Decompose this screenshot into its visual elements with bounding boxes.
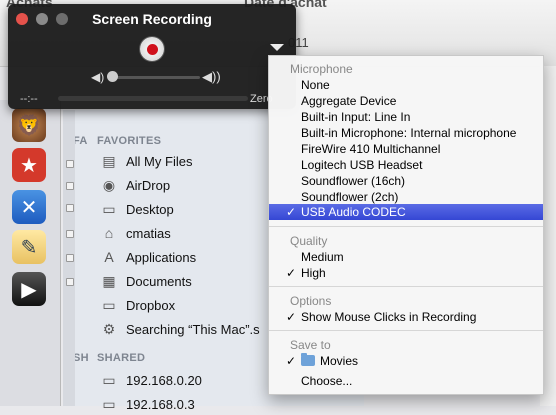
monitor-icon: ▭ [102,395,116,412]
menu-item-mic-firewire[interactable]: FireWire 410 Multichannel [269,141,543,157]
checkbox-icon [66,204,74,212]
record-icon [146,43,158,55]
quicktime-app-icon[interactable]: ▶ [12,272,46,306]
sidebar-item-label: Applications [126,249,197,265]
sidebar-item-label: Dropbox [126,297,176,313]
menu-item-quality-medium[interactable]: Medium [269,249,543,265]
menu-item-mic-logitech[interactable]: Logitech USB Headset [269,157,543,173]
menu-item-choose-location[interactable]: Choose... [269,373,543,389]
lion-app-icon[interactable]: 🦁 [12,108,46,142]
menu-separator [269,286,543,287]
volume-slider[interactable] [108,76,200,79]
menu-item-save-movies[interactable]: ✓ Movies [269,353,543,369]
xcode-app-icon[interactable]: ✕ [12,190,46,224]
shared-prefix: SH [73,352,89,364]
checkbox-icon [66,160,74,168]
checkmark-icon: ✓ [286,266,297,280]
menu-item-mic-soundflower-2[interactable]: Soundflower (2ch) [269,189,543,205]
checkmark-icon: ✓ [286,310,297,324]
sidebar-item-label: Desktop [126,201,174,217]
menu-item-mic-aggregate[interactable]: Aggregate Device [269,93,543,109]
textedit-app-icon[interactable]: ✎ [12,230,46,264]
gear-icon: ⚙ [102,320,116,337]
volume-slider-knob[interactable] [107,71,118,82]
home-icon: ⌂ [104,225,114,241]
quality-section-header: Quality [290,234,328,248]
sidebar-item-shared-host[interactable]: ▭ 192.168.0.20 [100,369,202,391]
recording-options-menu: Microphone None Aggregate Device Built-i… [268,55,544,395]
sidebar-item-saved-search[interactable]: ⚙ Searching “This Mac”.s [100,318,260,340]
checkbox-icon [66,182,74,190]
folder-icon: ▭ [102,296,116,313]
volume-low-icon: ◀︎) [91,70,105,84]
checkbox-icon [66,278,74,286]
documents-icon: ▦ [102,272,116,289]
all-files-icon: ▤ [102,152,116,169]
sidebar-item-desktop[interactable]: ▭ Desktop [100,198,174,220]
checkmark-icon: ✓ [286,354,297,368]
save-location-label: Movies [320,354,359,368]
checkbox-icon [66,230,74,238]
sidebar-item-label: 192.168.0.20 [126,372,202,388]
shared-section-header: SHARED [97,352,146,364]
airdrop-icon: ◉ [102,176,116,193]
app-list-strip: 🦁 ★ ✕ ✎ ▶ [0,100,61,406]
wunderlist-app-icon[interactable]: ★ [12,148,46,182]
sidebar-item-shared-host[interactable]: ▭ 192.168.0.3 [100,393,195,415]
options-section-header: Options [290,294,332,308]
elapsed-time: --:-- [20,93,38,105]
checkmark-icon: ✓ [286,205,297,219]
hud-title: Screen Recording [92,11,212,27]
sidebar-item-airdrop[interactable]: ◉ AirDrop [100,174,170,196]
sidebar-item-label: cmatias [126,225,171,241]
menu-item-quality-high[interactable]: ✓ High [269,265,543,281]
sidebar-item-label: AirDrop [126,177,171,193]
sidebar-item-documents[interactable]: ▦ Documents [100,270,192,292]
applications-icon: A [104,249,114,265]
sidebar-item-label: 192.168.0.3 [126,396,195,412]
screen-recording-hud: Screen Recording ◀︎) ◀︎)) --:-- Zero [8,4,296,109]
menu-separator [269,226,543,227]
menu-separator [269,330,543,331]
sidebar-item-dropbox[interactable]: ▭ Dropbox [100,294,175,316]
folder-icon [301,353,315,366]
menu-item-mic-soundflower-16[interactable]: Soundflower (16ch) [269,173,543,189]
sidebar-item-home[interactable]: ⌂ cmatias [100,222,171,244]
menu-item-show-mouse-clicks[interactable]: ✓ Show Mouse Clicks in Recording [269,309,543,325]
checkbox-icon [66,254,74,262]
recording-progress-bar [58,96,248,101]
save-to-section-header: Save to [290,338,331,352]
desktop-folder-icon: ▭ [102,200,116,217]
microphone-section-header: Microphone [290,62,353,76]
sidebar-item-label: All My Files [126,153,193,169]
record-button[interactable] [140,37,164,61]
sidebar-item-label: Documents [126,273,192,289]
menu-item-mic-none[interactable]: None [269,77,543,93]
monitor-icon: ▭ [102,371,116,388]
volume-high-icon: ◀︎)) [202,69,221,84]
favorites-section-header: FAVORITES [97,135,162,147]
options-dropdown-button[interactable] [270,44,284,51]
sidebar-item-label: Searching “This Mac”.s [126,321,260,337]
sidebar-item-all-my-files[interactable]: ▤ All My Files [100,150,192,172]
menu-item-mic-internal[interactable]: Built-in Microphone: Internal microphone [269,125,543,141]
sidebar-item-applications[interactable]: A Applications [100,246,196,268]
favorites-prefix: FA [73,135,88,147]
menu-item-mic-line-in[interactable]: Built-in Input: Line In [269,109,543,125]
menu-item-mic-usb-audio[interactable]: ✓ USB Audio CODEC [269,204,543,220]
